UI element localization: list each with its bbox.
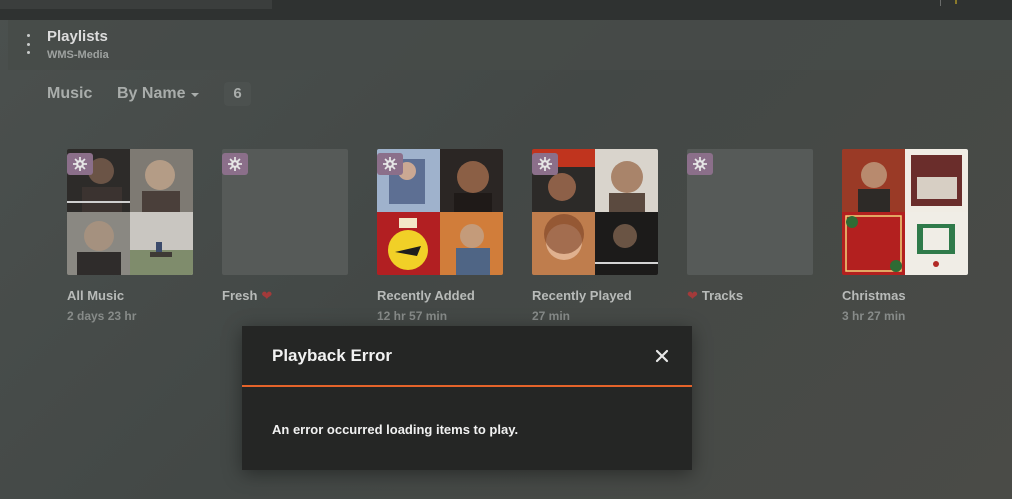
playlist-grid: All Music 2 days 23 hr Fresh ❤ Recently …: [0, 120, 1012, 340]
playlist-duration: 12 hr 57 min: [377, 309, 448, 323]
album-cover-christmas-1: [842, 149, 905, 212]
page-title: Playlists: [47, 28, 108, 45]
album-cover-bobby-darin-2: [595, 212, 658, 275]
page-header: Playlists WMS-Media: [8, 20, 1012, 70]
playlist-artwork: [67, 149, 193, 275]
gear-icon: [538, 157, 552, 171]
playlist-card-fresh[interactable]: Fresh ❤: [222, 149, 348, 309]
playlist-title: Christmas: [842, 288, 906, 303]
heart-icon: ❤: [261, 288, 273, 303]
filter-bar: Music By Name 6: [0, 70, 1012, 120]
smart-playlist-badge: [67, 153, 93, 175]
playlist-artwork: [532, 149, 658, 275]
album-cover-2: [595, 149, 658, 212]
sort-dropdown[interactable]: By Name: [117, 85, 200, 103]
playlist-count-badge: 6: [224, 82, 251, 106]
playlist-duration: 3 hr 27 min: [842, 309, 906, 323]
playlist-card-tracks[interactable]: ❤ Tracks: [687, 149, 813, 309]
smart-playlist-badge: [687, 153, 713, 175]
top-tab: [0, 0, 272, 9]
dialog-accent-divider: [242, 385, 692, 387]
playback-error-dialog: Playback Error An error occurred loading…: [242, 326, 692, 470]
playlist-artwork: [842, 149, 968, 275]
album-cover-josh-turner: [440, 212, 503, 275]
playlist-title: Recently Added: [377, 288, 475, 303]
playlist-title: Fresh ❤: [222, 288, 273, 303]
playlist-card-all-music[interactable]: All Music 2 days 23 hr: [67, 149, 193, 323]
playlist-artwork: [377, 149, 503, 275]
playlist-card-recently-played[interactable]: Recently Played 27 min: [532, 149, 658, 323]
chevron-down-icon: [191, 93, 200, 97]
playlist-title: Recently Played: [532, 288, 632, 303]
server-name: WMS-Media: [47, 49, 109, 61]
sort-label: By Name: [117, 85, 186, 102]
gear-icon: [73, 157, 87, 171]
section-filter[interactable]: Music: [47, 85, 92, 103]
album-cover-forrest-gump: [130, 212, 193, 275]
playlist-card-christmas[interactable]: Christmas 3 hr 27 min: [842, 149, 968, 323]
more-vertical-icon[interactable]: [25, 34, 31, 54]
gear-icon: [383, 157, 397, 171]
playlist-title: ❤ Tracks: [687, 288, 744, 303]
album-cover-tis-the-season: [842, 212, 905, 275]
gear-icon: [228, 157, 242, 171]
close-icon[interactable]: [652, 346, 672, 366]
smart-playlist-badge: [532, 153, 558, 175]
album-cover-cats: [377, 212, 440, 275]
album-cover-susan-boyle: [130, 149, 193, 212]
album-cover-christmas-2: [905, 149, 968, 212]
album-cover-mariah-carey: [440, 149, 503, 212]
playlist-duration: 27 min: [532, 309, 571, 323]
smart-playlist-badge: [377, 153, 403, 175]
playlist-artwork: [222, 149, 348, 275]
top-strip: [0, 0, 1012, 20]
album-cover-barbra-streisand: [532, 212, 595, 275]
dialog-title: Playback Error: [272, 346, 393, 365]
playlist-title: All Music: [67, 288, 125, 303]
dialog-message: An error occurred loading items to play.: [272, 422, 519, 437]
album-cover-susan-boyle-2: [67, 212, 130, 275]
album-cover-diana-ross: [905, 212, 968, 275]
heart-icon: ❤: [687, 288, 698, 303]
smart-playlist-badge: [222, 153, 248, 175]
top-divider: [940, 0, 941, 6]
playlist-card-recently-added[interactable]: Recently Added 12 hr 57 min: [377, 149, 503, 323]
playlist-artwork: [687, 149, 813, 275]
gear-icon: [693, 157, 707, 171]
playlist-duration: 2 days 23 hr: [67, 309, 137, 323]
top-accent: [955, 0, 957, 4]
